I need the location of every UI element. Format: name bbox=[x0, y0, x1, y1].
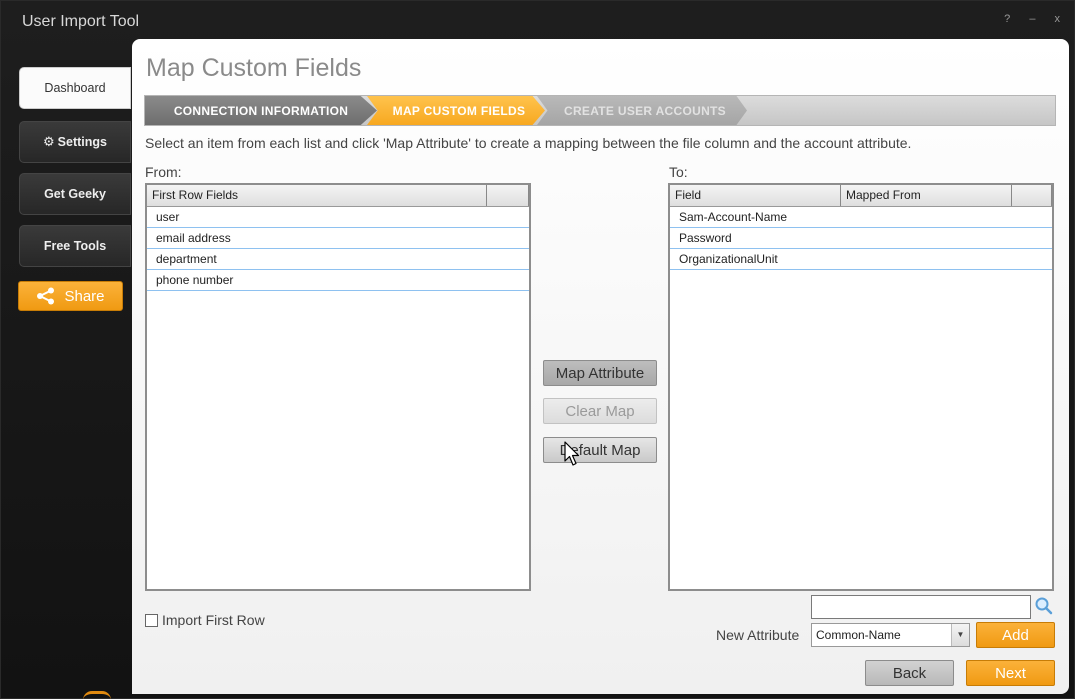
gear-icon: ⚙ bbox=[43, 134, 55, 149]
wizard-steps: CONNECTION INFORMATION MAP CUSTOM FIELDS… bbox=[144, 95, 1056, 126]
column-header-mapped-from[interactable]: Mapped From bbox=[841, 185, 1012, 206]
sidebar-item-get-geeky[interactable]: Get Geeky bbox=[19, 173, 131, 215]
column-header-blank[interactable] bbox=[1012, 185, 1052, 206]
to-label: To: bbox=[669, 164, 688, 180]
instructions-text: Select an item from each list and click … bbox=[145, 135, 912, 151]
new-attribute-select[interactable]: Common-Name ▼ bbox=[811, 623, 970, 647]
next-button[interactable]: Next bbox=[966, 660, 1055, 686]
main-panel: Map Custom Fields CONNECTION INFORMATION… bbox=[132, 39, 1069, 694]
step-map-custom-fields[interactable]: MAP CUSTOM FIELDS bbox=[367, 96, 545, 125]
step-connection-information[interactable]: CONNECTION INFORMATION bbox=[145, 96, 377, 125]
window-controls[interactable]: ? – x bbox=[1004, 13, 1068, 25]
from-list-header: First Row Fields bbox=[147, 185, 529, 207]
sidebar-item-label: Free Tools bbox=[43, 239, 107, 253]
list-item[interactable]: email address bbox=[147, 228, 529, 249]
list-item[interactable]: department bbox=[147, 249, 529, 270]
search-icon[interactable] bbox=[1034, 596, 1054, 616]
import-first-row-option[interactable]: Import First Row bbox=[145, 612, 265, 628]
import-first-row-checkbox[interactable] bbox=[145, 613, 158, 627]
app-window: User Import Tool ? – x Dashboard ⚙ Setti… bbox=[0, 0, 1075, 699]
from-label: From: bbox=[145, 164, 182, 180]
share-label: Share bbox=[64, 287, 105, 305]
field-cell: Password bbox=[679, 231, 732, 245]
list-item[interactable]: user bbox=[147, 207, 529, 228]
mouse-cursor-icon bbox=[564, 441, 580, 466]
sidebar-item-label: Get Geeky bbox=[44, 187, 106, 201]
brand-accent bbox=[83, 691, 111, 699]
table-row[interactable]: OrganizationalUnit bbox=[670, 249, 1052, 270]
table-row[interactable]: Sam-Account-Name bbox=[670, 207, 1052, 228]
table-row[interactable]: Password bbox=[670, 228, 1052, 249]
column-header-blank[interactable] bbox=[487, 185, 529, 206]
sidebar-item-label: Settings bbox=[57, 135, 107, 149]
column-header-first-row-fields[interactable]: First Row Fields bbox=[147, 185, 487, 206]
to-fields-list[interactable]: Field Mapped From Sam-Account-Name Passw… bbox=[668, 183, 1054, 591]
add-attribute-button[interactable]: Add bbox=[976, 622, 1055, 648]
page-title: Map Custom Fields bbox=[146, 54, 362, 82]
clear-map-button[interactable]: Clear Map bbox=[543, 398, 657, 424]
title-bar: User Import Tool ? – x bbox=[1, 1, 1075, 41]
back-button[interactable]: Back bbox=[865, 660, 954, 686]
share-icon bbox=[37, 287, 55, 305]
window-title: User Import Tool bbox=[22, 13, 140, 30]
chevron-down-icon[interactable]: ▼ bbox=[951, 624, 969, 646]
step-create-user-accounts[interactable]: CREATE USER ACCOUNTS bbox=[537, 96, 747, 125]
select-value: Common-Name bbox=[816, 628, 901, 642]
sidebar-item-free-tools[interactable]: Free Tools bbox=[19, 225, 131, 267]
map-attribute-button[interactable]: Map Attribute bbox=[543, 360, 657, 386]
default-map-button[interactable]: Default Map bbox=[543, 437, 657, 463]
to-list-header: Field Mapped From bbox=[670, 185, 1052, 207]
import-first-row-label: Import First Row bbox=[162, 612, 265, 628]
field-cell: Sam-Account-Name bbox=[679, 210, 788, 224]
attribute-search-input[interactable] bbox=[811, 595, 1031, 619]
sidebar-item-settings[interactable]: ⚙ Settings bbox=[19, 121, 131, 163]
share-button[interactable]: Share bbox=[18, 281, 123, 311]
sidebar-item-label: Dashboard bbox=[44, 81, 106, 95]
column-header-field[interactable]: Field bbox=[670, 185, 841, 206]
from-fields-list[interactable]: First Row Fields user email address depa… bbox=[145, 183, 531, 591]
sidebar-item-dashboard[interactable]: Dashboard bbox=[19, 67, 131, 109]
new-attribute-label: New Attribute bbox=[716, 627, 800, 643]
list-item[interactable]: phone number bbox=[147, 270, 529, 291]
field-cell: OrganizationalUnit bbox=[679, 252, 778, 266]
